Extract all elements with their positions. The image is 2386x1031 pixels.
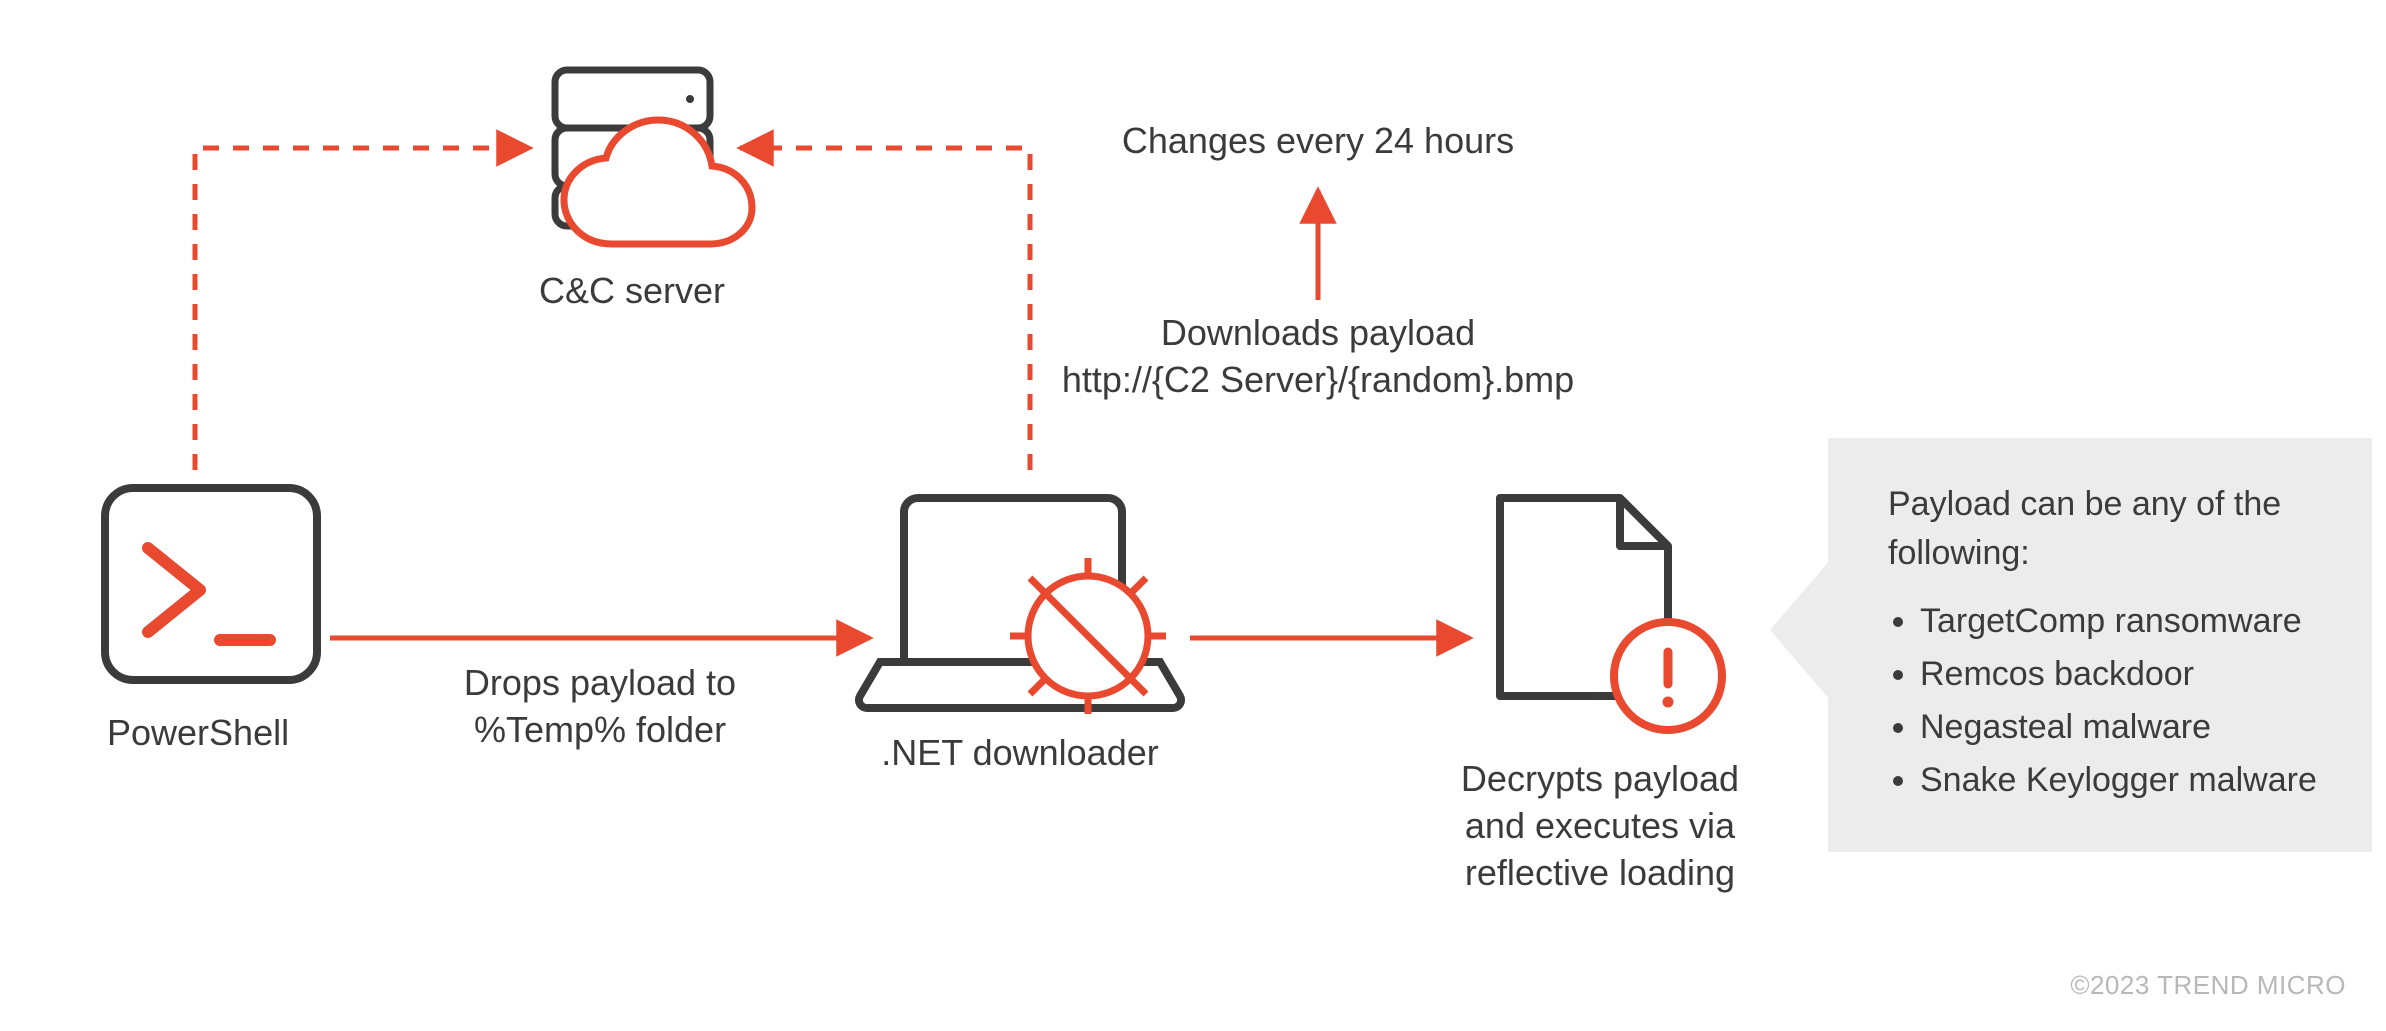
powershell-label: PowerShell xyxy=(107,710,289,757)
file-alert-icon xyxy=(1500,498,1722,730)
callout-pointer xyxy=(1770,560,1830,700)
server-cloud-icon xyxy=(555,70,752,244)
conn-powershell-to-cc xyxy=(195,148,530,470)
payload-callout: Payload can be any of the following: Tar… xyxy=(1828,438,2372,852)
downloads-label: Downloads payload http://{C2 Server}/{ra… xyxy=(1062,310,1574,404)
diagram-stage: PowerShell C&C server .NET downloader De… xyxy=(0,0,2386,1031)
callout-item: TargetComp ransomware xyxy=(1920,597,2328,646)
net-downloader-label: .NET downloader xyxy=(881,730,1159,777)
copyright-text: ©2023 TREND MICRO xyxy=(2070,970,2346,1001)
callout-item: Negasteal malware xyxy=(1920,703,2328,752)
cc-label: C&C server xyxy=(539,268,725,315)
laptop-bug-icon xyxy=(859,498,1181,714)
conn-net-to-cc xyxy=(740,148,1030,470)
drops-label: Drops payload to %Temp% folder xyxy=(464,660,736,754)
terminal-icon xyxy=(105,488,317,680)
callout-item: Snake Keylogger malware xyxy=(1920,756,2328,805)
decrypt-label: Decrypts payload and executes via reflec… xyxy=(1461,756,1739,896)
callout-title: Payload can be any of the following: xyxy=(1888,480,2328,579)
callout-list: TargetComp ransomware Remcos backdoor Ne… xyxy=(1888,597,2328,806)
changes-label: Changes every 24 hours xyxy=(1122,118,1514,165)
callout-item: Remcos backdoor xyxy=(1920,650,2328,699)
